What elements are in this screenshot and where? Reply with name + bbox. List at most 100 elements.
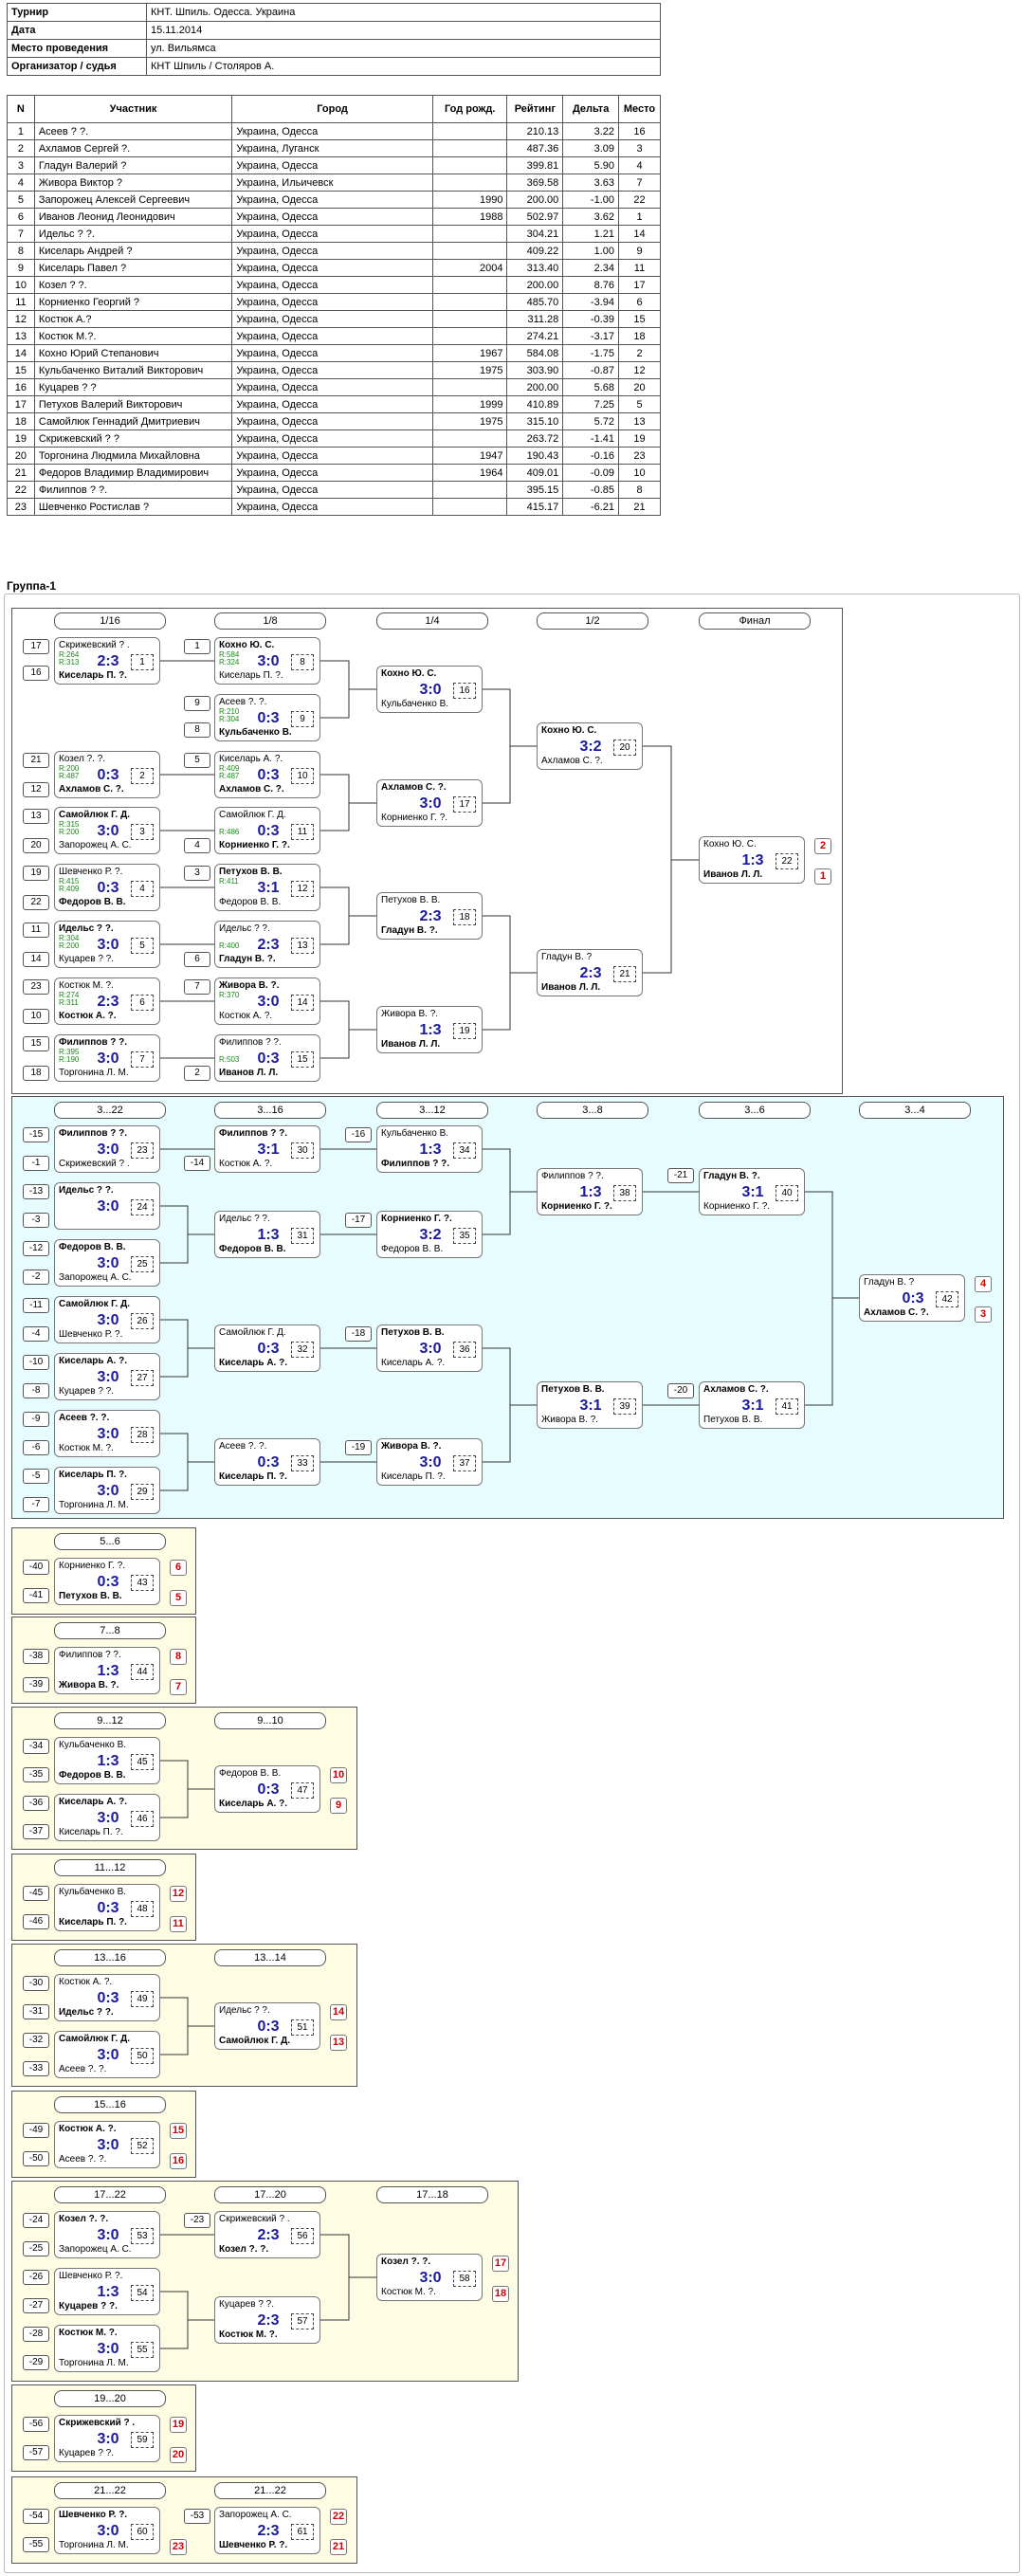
match-box[interactable]: Козел ?. ?. 0:3 Ахламов С. ?. 2 R:200 R:487 <box>54 751 160 798</box>
table-cell: Филиппов ? ?. <box>33 481 233 499</box>
seed-label: 17 <box>23 639 49 654</box>
seed-label: -25 <box>23 2241 49 2256</box>
match-box[interactable]: Идельс ? ?. 3:0 Куцарев ? ?. 5 R:304 R:200 <box>54 921 160 968</box>
match-box[interactable]: Петухов В. В. 3:0 Киселарь А. ?. 36 <box>376 1325 483 1372</box>
match-box[interactable]: Живора В. ?. 1:3 Иванов Л. Л. 19 <box>376 1006 483 1053</box>
match-box[interactable]: Киселарь А. ?. 3:0 Киселарь П. ?. 46 <box>54 1794 160 1841</box>
match-box[interactable]: Асеев ?. ?. 0:3 Кульбаченко В. 9 R:210 R:304 <box>214 694 320 741</box>
match-box[interactable]: Скрижевский ? . 3:0 Куцарев ? ?. 59 <box>54 2415 160 2462</box>
match-box[interactable]: Козел ?. ?. 3:0 Запорожец А. С. 53 <box>54 2211 160 2258</box>
match-box[interactable]: Самойлюк Г. Д. 3:0 Шевченко Р. ?. 26 <box>54 1296 160 1343</box>
match-box[interactable]: Идельс ? ?. 3:0 24 <box>54 1182 160 1230</box>
table-cell <box>431 174 508 192</box>
column-header: Дельта <box>562 95 619 123</box>
player-two: Живора В. ?. <box>59 1680 119 1690</box>
game-number: 44 <box>131 1664 154 1680</box>
match-box[interactable]: Кохно Ю. С. 3:2 Ахламов С. ?. 20 <box>537 722 643 770</box>
place-badge: 23 <box>170 2539 187 2555</box>
game-number: 12 <box>291 881 314 897</box>
match-box[interactable]: Шевченко Р. ?. 1:3 Куцарев ? ?. 54 <box>54 2268 160 2315</box>
player-one: Самойлюк Г. Д. <box>219 1327 286 1338</box>
match-box[interactable]: Скрижевский ? . 2:3 Козел ?. ?. 56 <box>214 2211 320 2258</box>
match-box[interactable]: Петухов В. В. 3:1 Живора В. ?. 39 <box>537 1381 643 1429</box>
match-box[interactable]: Гладун В. ?. 3:1 Корниенко Г. ?. 40 <box>699 1168 805 1215</box>
match-box[interactable]: Самойлюк Г. Д. 3:0 Асеев ?. ?. 50 <box>54 2031 160 2078</box>
table-cell: -0.09 <box>562 464 619 482</box>
match-box[interactable]: Гладун В. ? 2:3 Иванов Л. Л. 21 <box>537 949 643 996</box>
match-box[interactable]: Козел ?. ?. 3:0 Костюк М. ?. 58 <box>376 2254 483 2301</box>
match-box[interactable]: Гладун В. ? 0:3 Ахламов С. ?. 42 <box>859 1274 965 1322</box>
round-header: 21...22 <box>54 2482 166 2499</box>
table-row: 2 Ахламов Сергей ?. Украина, Луганск 487.36… <box>7 139 661 157</box>
table-cell: 5 <box>7 191 35 209</box>
player-two: Костюк А. ?. <box>219 1159 273 1169</box>
match-box[interactable]: Кульбаченко В. 1:3 Федоров В. В. 45 <box>54 1737 160 1784</box>
table-cell: Куцарев ? ? <box>33 378 233 396</box>
match-box[interactable]: Идельс ? ?. 2:3 Гладун В. ?. 13 R:400 <box>214 921 320 968</box>
match-box[interactable]: Федоров В. В. 3:0 Запорожец А. С. 25 <box>54 1239 160 1287</box>
match-box[interactable]: Куцарев ? ?. 2:3 Костюк М. ?. 57 <box>214 2296 320 2344</box>
match-box[interactable]: Идельс ? ?. 0:3 Самойлюк Г. Д. 51 <box>214 2002 320 2050</box>
rating-two: R:324 <box>219 658 240 667</box>
match-box[interactable]: Петухов В. В. 3:1 Федоров В. В. 12 R:411 <box>214 864 320 911</box>
table-cell: Украина, Одесса <box>231 259 433 277</box>
place-badge: 18 <box>492 2286 509 2302</box>
match-box[interactable]: Самойлюк Г. Д. 0:3 Киселарь А. ?. 32 <box>214 1325 320 1372</box>
match-box[interactable]: Асеев ?. ?. 0:3 Киселарь П. ?. 33 <box>214 1438 320 1486</box>
table-row: 13 Костюк М.?. Украина, Одесса 274.21 -3.17 1… <box>7 327 661 345</box>
match-box[interactable]: Скрижевский ? . 2:3 Киселарь П. ?. 1 R:264 R:… <box>54 637 160 685</box>
match-box[interactable]: Самойлюк Г. Д. 0:3 Корниенко Г. ?. 11 R:486 <box>214 807 320 854</box>
rating-one: R:411 <box>219 877 239 886</box>
seed-label: -29 <box>23 2355 49 2370</box>
match-box[interactable]: Филиппов ? ?. 3:0 Торгонина Л. М. 7 R:395 R:1… <box>54 1034 160 1082</box>
table-cell: -1.00 <box>562 191 619 209</box>
table-cell: 200.00 <box>506 276 564 294</box>
match-box[interactable]: Костюк М. ?. 2:3 Костюк А. ?. 6 R:274 R:311 <box>54 977 160 1025</box>
match-box[interactable]: Филиппов ? ?. 1:3 Корниенко Г. ?. 38 <box>537 1168 643 1215</box>
match-box[interactable]: Кохно Ю. С. 3:0 Киселарь П. ?. 8 R:584 R:324 <box>214 637 320 685</box>
game-number: 14 <box>291 995 314 1011</box>
player-one: Корниенко Г. ?. <box>59 1561 126 1571</box>
match-box[interactable]: Филиппов ? ?. 0:3 Иванов Л. Л. 15 R:503 <box>214 1034 320 1082</box>
match-box[interactable]: Киселарь П. ?. 3:0 Торгонина Л. М. 29 <box>54 1467 160 1514</box>
player-one: Корниенко Г. ?. <box>381 1214 452 1224</box>
table-row: 19 Скрижевский ? ? Украина, Одесса 263.72 -1… <box>7 429 661 448</box>
match-box[interactable]: Кохно Ю. С. 3:0 Кульбаченко В. 16 <box>376 666 483 713</box>
place-badge: 10 <box>330 1767 347 1783</box>
match-box[interactable]: Идельс ? ?. 1:3 Федоров В. В. 31 <box>214 1211 320 1258</box>
match-box[interactable]: Костюк А. ?. 3:0 Асеев ?. ?. 52 <box>54 2121 160 2168</box>
match-box[interactable]: Кульбаченко В. 1:3 Филиппов ? ?. 34 <box>376 1125 483 1173</box>
game-number: 51 <box>291 2019 314 2036</box>
match-box[interactable]: Асеев ?. ?. 3:0 Костюк М. ?. 28 <box>54 1410 160 1457</box>
match-box[interactable]: Костюк А. ?. 0:3 Идельс ? ?. 49 <box>54 1974 160 2021</box>
table-cell: Украина, Ильичевск <box>231 174 433 192</box>
match-box[interactable]: Запорожец А. С. 2:3 Шевченко Р. ?. 61 <box>214 2507 320 2554</box>
match-box[interactable]: Ахламов С. ?. 3:1 Петухов В. В. 41 <box>699 1381 805 1429</box>
match-box[interactable]: Филиппов ? ?. 1:3 Живора В. ?. 44 <box>54 1647 160 1694</box>
match-box[interactable]: Кульбаченко В. 0:3 Киселарь П. ?. 48 <box>54 1884 160 1931</box>
table-cell: 369.58 <box>506 174 564 192</box>
match-box[interactable]: Киселарь А. ?. 3:0 Куцарев ? ?. 27 <box>54 1353 160 1400</box>
match-box[interactable]: Филиппов ? ?. 3:1 Костюк А. ?. 30 <box>214 1125 320 1173</box>
player-one: Киселарь А. ?. <box>59 1797 127 1807</box>
game-number: 23 <box>131 1142 154 1159</box>
match-box[interactable]: Костюк М. ?. 3:0 Торгонина Л. М. 55 <box>54 2325 160 2372</box>
match-box[interactable]: Филиппов ? ?. 3:0 Скрижевский ? . 23 <box>54 1125 160 1173</box>
match-box[interactable]: Кохно Ю. С. 1:3 Иванов Л. Л. 22 <box>699 836 805 884</box>
place-badge: 1 <box>814 868 831 885</box>
match-box[interactable]: Шевченко Р. ?. 3:0 Торгонина Л. М. 60 <box>54 2507 160 2554</box>
match-box[interactable]: Самойлюк Г. Д. 3:0 Запорожец А. С. 3 R:315 R:… <box>54 807 160 854</box>
match-box[interactable]: Живора В. ?. 3:0 Костюк А. ?. 14 R:370 <box>214 977 320 1025</box>
game-number: 17 <box>453 796 476 813</box>
match-box[interactable]: Шевченко Р. ?. 0:3 Федоров В. В. 4 R:415 R:40… <box>54 864 160 911</box>
match-box[interactable]: Корниенко Г. ?. 0:3 Петухов В. В. 43 <box>54 1558 160 1605</box>
match-box[interactable]: Ахламов С. ?. 3:0 Корниенко Г. ?. 17 <box>376 779 483 827</box>
player-two: Петухов В. В. <box>703 1415 763 1425</box>
player-one: Идельс ? ?. <box>219 923 270 934</box>
match-box[interactable]: Живора В. ?. 3:0 Киселарь П. ?. 37 <box>376 1438 483 1486</box>
seed-label: -40 <box>23 1560 49 1575</box>
match-box[interactable]: Федоров В. В. 0:3 Киселарь А. ?. 47 <box>214 1765 320 1813</box>
match-box[interactable]: Киселарь А. ?. 0:3 Ахламов С. ?. 10 R:409 R:4… <box>214 751 320 798</box>
match-box[interactable]: Корниенко Г. ?. 3:2 Федоров В. В. 35 <box>376 1211 483 1258</box>
match-box[interactable]: Петухов В. В. 2:3 Гладун В. ?. 18 <box>376 892 483 940</box>
